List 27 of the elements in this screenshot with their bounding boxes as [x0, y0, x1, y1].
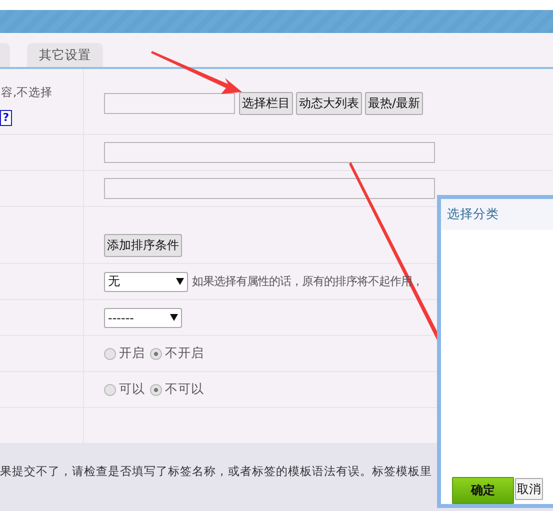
- cancel-button[interactable]: 取消: [515, 478, 543, 500]
- confirm-button[interactable]: 确定: [452, 477, 514, 504]
- action-button[interactable]: 选择栏目: [239, 92, 293, 115]
- add-sort-button[interactable]: 添加排序条件: [104, 234, 182, 257]
- tab[interactable]: [0, 43, 10, 67]
- input-field[interactable]: [104, 142, 435, 163]
- input-field[interactable]: [104, 93, 235, 114]
- help-icon[interactable]: ?: [0, 110, 12, 126]
- input-field[interactable]: [104, 178, 435, 199]
- action-button[interactable]: 动态大列表: [296, 92, 362, 115]
- dialog-title: 选择分类: [441, 199, 553, 230]
- select-dropdown[interactable]: 无: [104, 272, 188, 292]
- hint-text: 果提交不了，请检查是否填写了标签名称，或者标签的模板语法有误。标签模板里: [0, 464, 432, 478]
- caret-icon: [176, 278, 184, 285]
- radio-button[interactable]: [150, 348, 162, 360]
- radio-button[interactable]: [150, 384, 162, 396]
- field-label: 容,不选择: [1, 85, 53, 100]
- action-button[interactable]: 最热/最新: [365, 92, 424, 115]
- radio-label: 可以: [119, 381, 145, 398]
- radio-button[interactable]: [104, 384, 116, 396]
- caret-icon: [170, 314, 178, 321]
- select-dropdown[interactable]: ------: [104, 308, 182, 328]
- radio-button[interactable]: [104, 348, 116, 360]
- radio-label: 不开启: [165, 345, 204, 362]
- radio-label: 不可以: [165, 381, 204, 398]
- tab[interactable]: 其它设置: [27, 43, 103, 67]
- radio-label: 开启: [119, 345, 145, 362]
